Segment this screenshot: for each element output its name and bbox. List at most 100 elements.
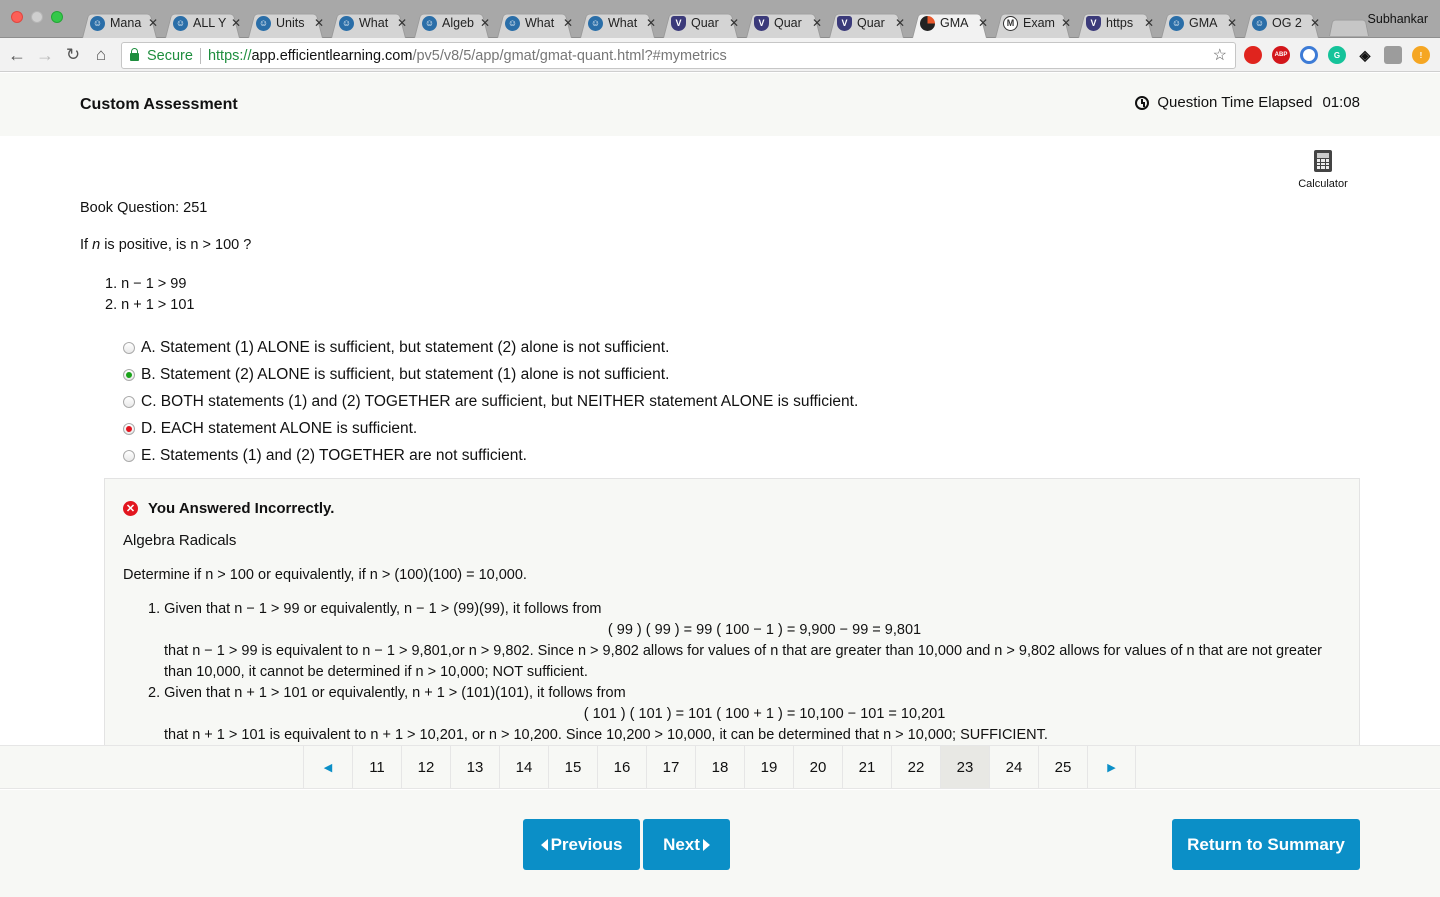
page-number-button[interactable]: 21 bbox=[842, 746, 891, 788]
tab-title: Quar bbox=[691, 16, 719, 30]
browser-tab[interactable]: ☺ OG 2 ✕ bbox=[1240, 8, 1323, 38]
page-number-button[interactable]: 18 bbox=[695, 746, 744, 788]
close-tab-icon[interactable]: ✕ bbox=[1144, 16, 1154, 30]
step-conclusion: that n − 1 > 99 is equivalent to n − 1 >… bbox=[164, 643, 1322, 680]
grammarly-icon[interactable]: G bbox=[1328, 46, 1346, 64]
page-number-button[interactable]: 23 bbox=[940, 746, 989, 788]
tab-title: What bbox=[608, 16, 638, 30]
explanation-panel: ✕ You Answered Incorrectly. Algebra Radi… bbox=[104, 478, 1360, 746]
browser-tab[interactable]: V Quar ✕ bbox=[742, 8, 825, 38]
close-tab-icon[interactable]: ✕ bbox=[1061, 16, 1071, 30]
close-tab-icon[interactable]: ✕ bbox=[148, 16, 158, 30]
efficientlearning-favicon-icon: ☺ bbox=[1252, 15, 1267, 31]
home-icon[interactable]: ⌂ bbox=[90, 44, 112, 66]
gray-ext-icon[interactable] bbox=[1384, 46, 1402, 64]
browser-tab[interactable]: ☺ ALL Y ✕ bbox=[161, 8, 244, 38]
efficientlearning-favicon-icon: ☺ bbox=[256, 15, 271, 31]
url-path: /pv5/v8/5/app/gmat/gmat-quant.html?#myme… bbox=[412, 47, 727, 64]
caret-right-icon bbox=[702, 838, 710, 851]
answer-choice-a[interactable]: A. Statement (1) ALONE is sufficient, bu… bbox=[123, 334, 858, 361]
tab-title: What bbox=[525, 16, 555, 30]
radio-button[interactable] bbox=[123, 449, 135, 462]
page-number-button[interactable]: 25 bbox=[1038, 746, 1087, 788]
tab-title: ALL Y bbox=[193, 16, 227, 30]
browser-tab[interactable]: V Quar ✕ bbox=[825, 8, 908, 38]
url-host: app.efficientlearning.com bbox=[251, 47, 413, 64]
close-tab-icon[interactable]: ✕ bbox=[646, 16, 656, 30]
profile-name[interactable]: Subhankar bbox=[1368, 12, 1428, 26]
page-number-button[interactable]: 19 bbox=[744, 746, 793, 788]
radio-button[interactable] bbox=[123, 368, 135, 381]
page-number-button[interactable]: 13 bbox=[450, 746, 499, 788]
bookmark-star-icon[interactable]: ☆ bbox=[1213, 45, 1227, 65]
page-number-button[interactable]: 17 bbox=[646, 746, 695, 788]
answer-choice-c[interactable]: C. BOTH statements (1) and (2) TOGETHER … bbox=[123, 388, 858, 415]
page-number-button[interactable]: 11 bbox=[352, 746, 401, 788]
browser-tab[interactable]: ☺ What ✕ bbox=[576, 8, 659, 38]
close-tab-icon[interactable]: ✕ bbox=[563, 16, 573, 30]
close-tab-icon[interactable]: ✕ bbox=[480, 16, 490, 30]
pagination-prev-arrow-icon[interactable]: ◀ bbox=[303, 746, 352, 788]
browser-tab[interactable]: ☺ Algeb ✕ bbox=[410, 8, 493, 38]
return-to-summary-button[interactable]: Return to Summary bbox=[1172, 819, 1360, 870]
choice-text: A. Statement (1) ALONE is sufficient, bu… bbox=[141, 338, 670, 356]
footer-bar: Previous Next Return to Summary bbox=[0, 790, 1440, 897]
page-number-button[interactable]: 20 bbox=[793, 746, 842, 788]
next-button[interactable]: Next bbox=[643, 819, 730, 870]
back-icon[interactable]: ← bbox=[6, 44, 28, 66]
maximize-window-button[interactable] bbox=[51, 11, 63, 23]
radio-button[interactable] bbox=[123, 341, 135, 354]
browser-tab[interactable]: ☺ GMA ✕ bbox=[1157, 8, 1240, 38]
choice-text: C. BOTH statements (1) and (2) TOGETHER … bbox=[141, 392, 859, 410]
browser-tab[interactable]: GMA ✕ bbox=[908, 8, 991, 38]
tab-strip: ☺ Mana ✕ ☺ ALL Y ✕ ☺ Units ✕ ☺ What ✕ ☺ Algeb ✕ ☺ What ✕ ☺… bbox=[78, 8, 1369, 38]
timer-label: Question Time Elapsed bbox=[1157, 94, 1313, 111]
close-window-button[interactable] bbox=[11, 11, 23, 23]
close-tab-icon[interactable]: ✕ bbox=[895, 16, 905, 30]
close-tab-icon[interactable]: ✕ bbox=[231, 16, 241, 30]
close-tab-icon[interactable]: ✕ bbox=[729, 16, 739, 30]
browser-tab[interactable]: ☺ What ✕ bbox=[327, 8, 410, 38]
opera-stop-icon[interactable] bbox=[1244, 46, 1262, 64]
new-tab-button[interactable] bbox=[1329, 16, 1369, 36]
page-number-button[interactable]: 15 bbox=[548, 746, 597, 788]
page-number-button[interactable]: 22 bbox=[891, 746, 940, 788]
calculator-icon bbox=[1314, 150, 1332, 172]
reload-icon[interactable]: ↻ bbox=[62, 44, 84, 66]
block-icon[interactable] bbox=[1300, 46, 1318, 64]
adblock-plus-icon[interactable]: ABP bbox=[1272, 46, 1290, 64]
minimize-window-button[interactable] bbox=[31, 11, 43, 23]
page-number-button[interactable]: 12 bbox=[401, 746, 450, 788]
close-tab-icon[interactable]: ✕ bbox=[812, 16, 822, 30]
page-number-button[interactable]: 14 bbox=[499, 746, 548, 788]
browser-tab[interactable]: ☺ Units ✕ bbox=[244, 8, 327, 38]
answer-choice-b[interactable]: B. Statement (2) ALONE is sufficient, bu… bbox=[123, 361, 858, 388]
close-tab-icon[interactable]: ✕ bbox=[397, 16, 407, 30]
forward-icon[interactable]: → bbox=[34, 44, 56, 66]
browser-tab[interactable]: ☺ Mana ✕ bbox=[78, 8, 161, 38]
answer-choice-e[interactable]: E. Statements (1) and (2) TOGETHER are n… bbox=[123, 442, 858, 469]
browser-tab[interactable]: V Quar ✕ bbox=[659, 8, 742, 38]
close-tab-icon[interactable]: ✕ bbox=[314, 16, 324, 30]
address-bar[interactable]: Secure https://app.efficientlearning.com… bbox=[121, 42, 1236, 69]
browser-tab[interactable]: M Exam ✕ bbox=[991, 8, 1074, 38]
answer-choice-d[interactable]: D. EACH statement ALONE is sufficient. bbox=[123, 415, 858, 442]
page-number-button[interactable]: 24 bbox=[989, 746, 1038, 788]
page-number-button[interactable]: 16 bbox=[597, 746, 646, 788]
statement-2: 2. n + 1 > 101 bbox=[105, 297, 195, 313]
close-tab-icon[interactable]: ✕ bbox=[1227, 16, 1237, 30]
browser-tab[interactable]: Vhttps ✕ bbox=[1074, 8, 1157, 38]
browser-tab[interactable]: ☺ What ✕ bbox=[493, 8, 576, 38]
radio-button[interactable] bbox=[123, 395, 135, 408]
efficientlearning-favicon-icon: ☺ bbox=[90, 15, 105, 31]
close-tab-icon[interactable]: ✕ bbox=[978, 16, 988, 30]
diamond-ext-icon[interactable]: ◈ bbox=[1356, 46, 1374, 64]
tab-title: https bbox=[1106, 16, 1134, 30]
close-tab-icon[interactable]: ✕ bbox=[1310, 16, 1320, 30]
previous-button[interactable]: Previous bbox=[523, 819, 640, 870]
warning-ext-icon[interactable]: ! bbox=[1412, 46, 1430, 64]
radio-button[interactable] bbox=[123, 422, 135, 435]
step-conclusion: that n + 1 > 101 is equivalent to n + 1 … bbox=[164, 727, 1048, 743]
calculator-button[interactable]: Calculator bbox=[1295, 150, 1351, 190]
pagination-next-arrow-icon[interactable]: ▶ bbox=[1087, 746, 1136, 788]
